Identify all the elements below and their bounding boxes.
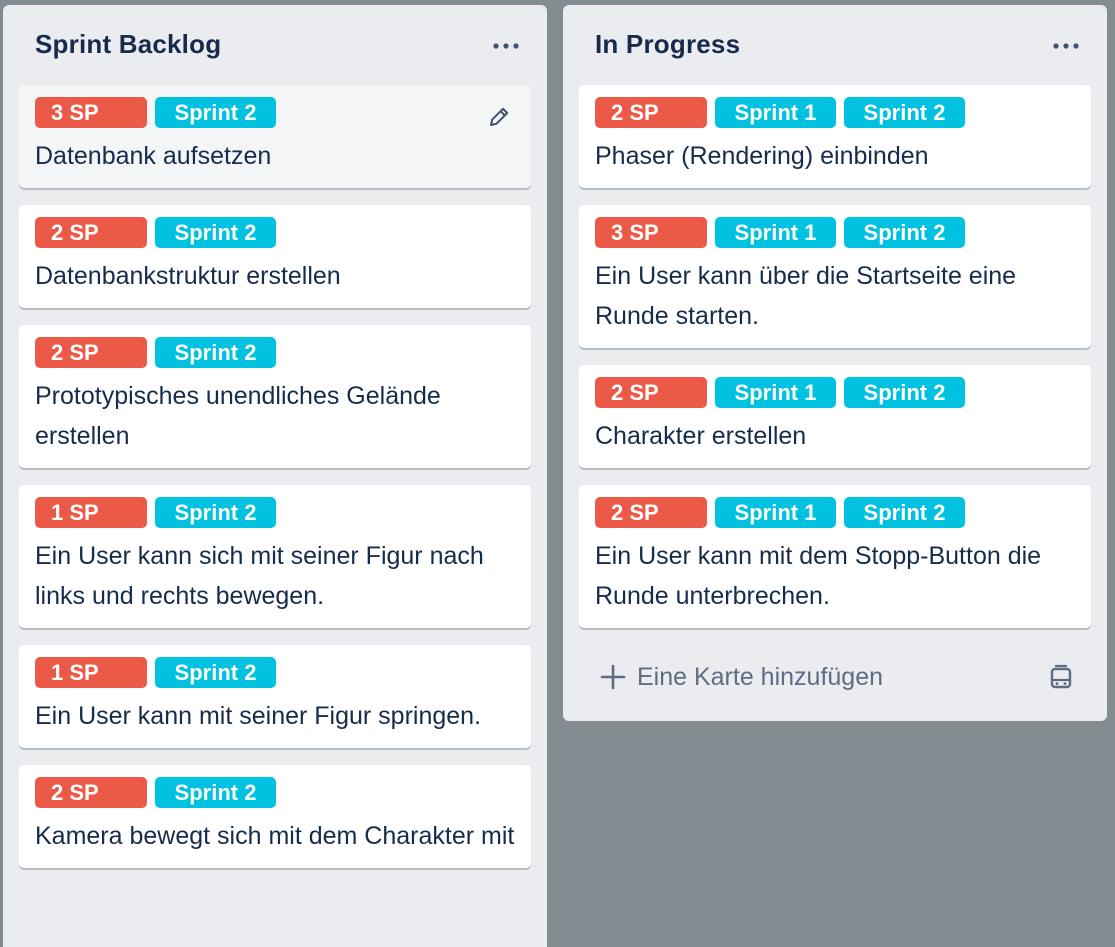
label-sprint: Sprint 1 xyxy=(715,377,836,408)
card-title: Datenbankstruktur erstellen xyxy=(35,262,341,290)
card-template-icon xyxy=(1050,664,1072,689)
board: Sprint Backlog 3 SP Sprint 2 Datenbank a… xyxy=(0,0,1115,947)
label-story-points: 2 SP xyxy=(595,97,707,128)
more-horizontal-icon xyxy=(1053,43,1079,49)
label-story-points: 3 SP xyxy=(35,97,147,128)
list-title[interactable]: Sprint Backlog xyxy=(35,29,221,60)
pencil-icon xyxy=(490,107,509,126)
card-labels: 2 SP Sprint 2 xyxy=(35,337,515,368)
label-sprint: Sprint 1 xyxy=(715,97,836,128)
label-sprint: Sprint 2 xyxy=(155,337,276,368)
card[interactable]: 3 SP Sprint 1 Sprint 2 Ein User kann übe… xyxy=(579,205,1091,348)
list-title[interactable]: In Progress xyxy=(595,29,740,60)
label-story-points: 1 SP xyxy=(35,657,147,688)
card[interactable]: 1 SP Sprint 2 Ein User kann sich mit sei… xyxy=(19,485,531,628)
label-sprint: Sprint 2 xyxy=(155,97,276,128)
edit-card-button[interactable] xyxy=(485,103,513,131)
add-card-button[interactable]: Eine Karte hinzufügen xyxy=(599,661,883,693)
add-card-label: Eine Karte hinzufügen xyxy=(637,662,884,691)
card-title: Ein User kann sich mit seiner Figur nach… xyxy=(35,542,484,610)
label-story-points: 2 SP xyxy=(595,497,707,528)
plus-icon xyxy=(600,664,626,690)
card-labels: 2 SP Sprint 2 xyxy=(35,217,515,248)
label-sprint: Sprint 2 xyxy=(844,217,965,248)
card[interactable]: 2 SP Sprint 2 Prototypisches unendliches… xyxy=(19,325,531,468)
card[interactable]: 3 SP Sprint 2 Datenbank aufsetzen xyxy=(19,85,531,188)
card-title: Charakter erstellen xyxy=(595,422,807,450)
label-sprint: Sprint 2 xyxy=(155,657,276,688)
label-sprint: Sprint 2 xyxy=(844,377,965,408)
card-list: 3 SP Sprint 2 Datenbank aufsetzen 2 SP S… xyxy=(3,85,547,868)
label-sprint: Sprint 1 xyxy=(715,497,836,528)
label-sprint: Sprint 2 xyxy=(844,97,965,128)
list-menu-button[interactable] xyxy=(491,31,521,61)
card-labels: 2 SP Sprint 1 Sprint 2 xyxy=(595,497,1075,528)
list-in-progress: In Progress 2 SP Sprint 1 Sprint 2 Phase… xyxy=(563,5,1107,721)
label-sprint: Sprint 2 xyxy=(155,777,276,808)
label-story-points: 3 SP xyxy=(595,217,707,248)
card-title: Ein User kann mit dem Stopp-Button die R… xyxy=(595,542,1042,610)
card-title: Phaser (Rendering) einbinden xyxy=(595,142,929,170)
card-labels: 3 SP Sprint 1 Sprint 2 xyxy=(595,217,1075,248)
label-sprint: Sprint 2 xyxy=(155,217,276,248)
card-title: Datenbank aufsetzen xyxy=(35,142,272,170)
card-labels: 3 SP Sprint 2 xyxy=(35,97,515,128)
card-labels: 2 SP Sprint 1 Sprint 2 xyxy=(595,97,1075,128)
list-sprint-backlog: Sprint Backlog 3 SP Sprint 2 Datenbank a… xyxy=(3,5,547,947)
card-title: Kamera bewegt sich mit dem Charakter mit xyxy=(35,822,515,850)
label-sprint: Sprint 2 xyxy=(844,497,965,528)
label-sprint: Sprint 1 xyxy=(715,217,836,248)
list-header: Sprint Backlog xyxy=(3,5,547,85)
card-labels: 1 SP Sprint 2 xyxy=(35,497,515,528)
card-labels: 1 SP Sprint 2 xyxy=(35,657,515,688)
label-story-points: 2 SP xyxy=(35,217,147,248)
card-title: Prototypisches unendliches Gelände erste… xyxy=(35,382,441,450)
card[interactable]: 2 SP Sprint 2 Datenbankstruktur erstelle… xyxy=(19,205,531,308)
label-story-points: 2 SP xyxy=(35,337,147,368)
card-labels: 2 SP Sprint 1 Sprint 2 xyxy=(595,377,1075,408)
label-story-points: 1 SP xyxy=(35,497,147,528)
card[interactable]: 2 SP Sprint 1 Sprint 2 Charakter erstell… xyxy=(579,365,1091,468)
list-menu-button[interactable] xyxy=(1051,31,1081,61)
card-list: 2 SP Sprint 1 Sprint 2 Phaser (Rendering… xyxy=(563,85,1107,628)
card[interactable]: 2 SP Sprint 1 Sprint 2 Phaser (Rendering… xyxy=(579,85,1091,188)
create-from-template-button[interactable] xyxy=(1047,663,1075,691)
card-title: Ein User kann über die Startseite eine R… xyxy=(595,262,1017,330)
label-story-points: 2 SP xyxy=(35,777,147,808)
card[interactable]: 1 SP Sprint 2 Ein User kann mit seiner F… xyxy=(19,645,531,748)
card-labels: 2 SP Sprint 2 xyxy=(35,777,515,808)
list-header: In Progress xyxy=(563,5,1107,85)
card[interactable]: 2 SP Sprint 1 Sprint 2 Ein User kann mit… xyxy=(579,485,1091,628)
label-story-points: 2 SP xyxy=(595,377,707,408)
more-horizontal-icon xyxy=(493,43,519,49)
card-title: Ein User kann mit seiner Figur springen. xyxy=(35,702,482,730)
card[interactable]: 2 SP Sprint 2 Kamera bewegt sich mit dem… xyxy=(19,765,531,868)
label-sprint: Sprint 2 xyxy=(155,497,276,528)
